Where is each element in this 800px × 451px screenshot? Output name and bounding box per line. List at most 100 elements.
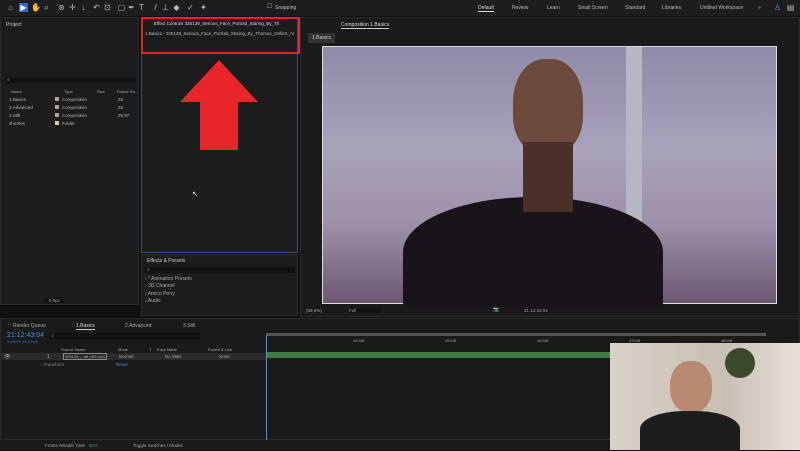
item-name: 3.Still [9,113,21,118]
mode-dropdown[interactable]: Normal [119,354,134,359]
tab-advanced[interactable]: 2.Advanced [125,323,151,329]
transform-group[interactable]: › Transform [41,362,64,367]
item-type: Composition [62,97,88,102]
workspace-untitled[interactable]: Untitled Workspace [700,5,743,11]
user-icon[interactable]: ♙ [773,3,782,12]
layer-name[interactable]: 326128_...ait_HD.mp4 [63,353,108,360]
workspace-standard[interactable]: Standard [625,5,645,11]
search-icon: ⌕ [147,267,150,273]
zoom-tool-icon[interactable]: ⌕ [42,3,51,12]
timeline-search-input[interactable]: ⌕ [49,333,201,339]
puppet-tool-icon[interactable]: ✦ [199,3,208,12]
parent-dropdown[interactable]: None [219,354,230,359]
red-arrow-annotation [180,60,258,150]
pen-tool-icon[interactable]: ✒ [127,3,136,12]
orbit-tool-icon[interactable]: ⊛ [57,3,66,12]
face [513,59,583,154]
item-type: Composition [62,113,88,118]
brush-tool-icon[interactable]: / [151,3,160,12]
preset-item[interactable]: › * Animation Presets [145,276,192,282]
item-fps: 25 [118,97,124,102]
highlight-box [141,17,300,54]
pan-tool-icon[interactable]: ✛ [68,3,77,12]
shirt [403,197,663,307]
composition-tab[interactable]: Composition 1.Basics [341,22,390,29]
tab-still[interactable]: 3.Still [183,323,195,329]
camera-icon[interactable]: 📷 [493,307,499,313]
eye-icon[interactable]: 👁 [4,354,10,360]
dolly-tool-icon[interactable]: ↓ [79,3,88,12]
column-track-matte: Track Matte [156,347,177,352]
column-frame-rate[interactable]: Frame Ra... [117,89,138,94]
search-icon: ⌕ [7,77,10,83]
chat-icon[interactable]: ▤ [786,3,795,12]
presenter-shirt [640,411,740,451]
zoom-dropdown[interactable]: (68,6%) [306,308,322,313]
tab-basics[interactable]: 1.Basics [76,323,95,330]
item-type: Composition [62,105,88,110]
item-type: Folder [62,121,75,126]
effects-presets-panel: Effects & Presets ⌕ › * Animation Preset… [141,254,298,316]
selection-tool-icon[interactable]: ▶ [19,3,28,12]
rotate-tool-icon[interactable]: ↶ [92,3,101,12]
workspace-libraries[interactable]: Libraries [662,5,681,11]
frame-render-label: Frame Render Time [45,443,86,448]
workspace-small-screen[interactable]: Small Screen [578,5,608,11]
composition-panel: Composition 1.Basics 1.Basics (68,6%) Fu… [300,17,800,317]
playhead[interactable] [266,335,267,441]
roto-brush-icon[interactable]: ✓ [186,3,195,12]
ruler-tick: 46:04f [537,338,549,343]
ruler-tick: 44:04f [353,338,365,343]
toggle-switches-button[interactable]: Toggle Switches / Modes [133,443,183,448]
work-area-bar[interactable] [266,333,766,336]
snapping-checkbox[interactable]: ☐ [265,3,274,12]
project-folder[interactable]: shizzles Folder [5,121,135,128]
rectangle-tool-icon[interactable]: ▢ [117,3,126,12]
workspace-default[interactable]: Default [478,5,494,12]
project-item[interactable]: 2.Advanced Composition 25 [5,105,135,112]
ruler-tick: 45:04f [445,338,457,343]
comp-timecode[interactable]: 21:12:43:04 [522,308,550,313]
composition-breadcrumb[interactable]: 1.Basics [308,33,335,43]
hand-tool-icon[interactable]: ✋ [31,3,41,12]
frame-render-value: 0ms [89,443,98,448]
column-name[interactable]: Name [11,89,22,94]
item-name: shizzles [9,121,26,126]
effects-search-input[interactable]: ⌕ [145,267,295,273]
more-workspaces-icon[interactable]: » [758,5,761,11]
effect-controls-panel: Effect Controls 326128_Serious_Face_Port… [141,17,300,253]
column-size[interactable]: Size [97,89,105,94]
layer-row[interactable]: 👁 1 326128_...ait_HD.mp4 Normal No Matt … [1,353,266,360]
column-type[interactable]: Type [64,89,73,94]
tab-render-queue[interactable]: Render Queue [13,323,46,329]
eraser-tool-icon[interactable]: ◆ [172,3,181,12]
preset-item[interactable]: › Audio [145,298,161,304]
timeline-timecode[interactable]: 21:12:43:04 [7,332,44,339]
project-panel: Project ⌕ Name Type Size Frame Ra... 1.B… [0,17,139,305]
bpc-button[interactable]: 8 bpc [45,298,65,303]
frame-count: 1908079 (25.00 fps) [7,340,39,344]
item-fps: 29,97 [118,113,130,118]
layer-bar[interactable] [267,352,612,358]
project-item[interactable]: 1.Basics Composition 25 [5,97,135,104]
video-frame[interactable] [322,46,777,307]
workspace-review[interactable]: Review [512,5,528,11]
item-name: 1.Basics [9,97,27,102]
workspace-learn[interactable]: Learn [547,5,560,11]
project-title: Project [6,22,22,28]
anchor-tool-icon[interactable]: ⊡ [103,3,112,12]
preset-item[interactable]: › Amico Perry [145,291,175,297]
clone-tool-icon[interactable]: ⊥ [161,3,170,12]
preset-item[interactable]: › 3D Channel [145,283,174,289]
text-tool-icon[interactable]: T [137,3,146,12]
neck [523,142,573,212]
project-item[interactable]: 3.Still Composition 29,97 [5,113,135,120]
project-search-input[interactable]: ⌕ [5,77,136,83]
home-icon[interactable]: ⌂ [6,3,15,12]
track-matte-dropdown[interactable]: No Matt [165,354,181,359]
column-source-name: Source Name [61,347,86,352]
column-parent: Parent & Link [208,347,233,352]
resolution-dropdown[interactable]: Full [349,308,381,313]
reset-link[interactable]: Reset [116,362,128,367]
presenter-face [670,361,712,413]
